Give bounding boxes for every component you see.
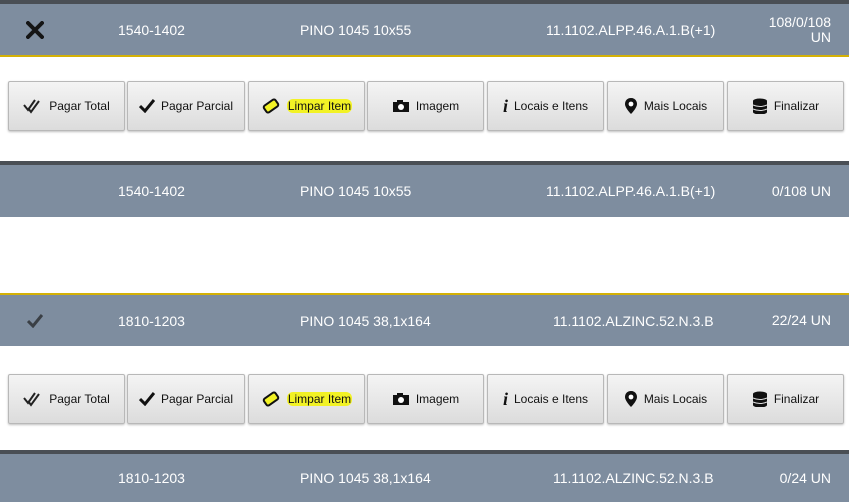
limpar-item-label: Limpar Item xyxy=(286,392,353,406)
locais-itens-label: Locais e Itens xyxy=(513,99,589,113)
item-quantity: 22/24 UN xyxy=(771,312,831,328)
item-name: PINO 1045 38,1x164 xyxy=(300,470,431,486)
pagar-total-label: Pagar Total xyxy=(49,392,110,406)
mais-locais-label: Mais Locais xyxy=(643,99,708,113)
quantity-unit: UN xyxy=(810,28,831,45)
imagem-label: Imagem xyxy=(415,99,460,113)
item-name: PINO 1045 38,1x164 xyxy=(300,312,431,329)
item-code: 1540-1402 xyxy=(118,21,185,38)
database-icon xyxy=(752,391,768,407)
imagem-button[interactable]: Imagem xyxy=(367,374,484,424)
finalizar-button[interactable]: Finalizar xyxy=(727,81,844,131)
item-name: PINO 1045 10x55 xyxy=(300,183,412,199)
map-pin-icon xyxy=(624,97,638,115)
item-location: 11.1102.ALPP.46.A.1.B(+1) xyxy=(546,21,716,38)
item-row[interactable]: 1540-1402 PINO 1045 10x55 11.1102.ALPP.4… xyxy=(0,161,849,217)
limpar-item-button[interactable]: Limpar Item xyxy=(248,81,365,131)
pagar-total-button[interactable]: Pagar Total xyxy=(8,374,125,424)
info-icon: i xyxy=(502,388,508,409)
info-icon: i xyxy=(502,95,508,116)
pagar-total-button[interactable]: Pagar Total xyxy=(8,81,125,131)
pagar-parcial-label: Pagar Parcial xyxy=(160,392,234,406)
check-icon xyxy=(138,99,155,113)
limpar-item-label: Limpar Item xyxy=(286,99,353,113)
locais-itens-button[interactable]: i Locais e Itens xyxy=(487,374,604,424)
eraser-icon xyxy=(261,98,281,114)
imagem-label: Imagem xyxy=(415,392,460,406)
finalizar-label: Finalizar xyxy=(773,392,820,406)
finalizar-button[interactable]: Finalizar xyxy=(727,374,844,424)
imagem-button[interactable]: Imagem xyxy=(367,81,484,131)
item-row-selected[interactable]: 1810-1203 PINO 1045 38,1x164 11.1102.ALZ… xyxy=(0,293,849,346)
item-code: 1540-1402 xyxy=(118,183,185,199)
eraser-icon xyxy=(261,391,281,407)
quantity-value: 108/0/108 xyxy=(768,13,831,30)
pagar-parcial-button[interactable]: Pagar Parcial xyxy=(127,81,245,131)
limpar-item-button[interactable]: Limpar Item xyxy=(248,374,365,424)
mais-locais-button[interactable]: Mais Locais xyxy=(607,81,724,131)
item-quantity: 108/0/108 UN xyxy=(769,4,831,55)
camera-icon xyxy=(392,99,410,113)
locais-itens-button[interactable]: i Locais e Itens xyxy=(487,81,604,131)
x-icon[interactable] xyxy=(22,4,48,55)
double-check-icon xyxy=(23,98,43,114)
item-location: 11.1102.ALPP.46.A.1.B(+1) xyxy=(546,183,716,199)
item-name: PINO 1045 10x55 xyxy=(300,21,412,38)
item-code: 1810-1203 xyxy=(118,312,185,329)
item-quantity: 0/108 UN xyxy=(771,182,831,199)
mais-locais-label: Mais Locais xyxy=(643,392,708,406)
pagar-parcial-button[interactable]: Pagar Parcial xyxy=(127,374,245,424)
finalizar-label: Finalizar xyxy=(773,99,820,113)
action-toolbar: Pagar Total Pagar Parcial Limpar Item Im… xyxy=(0,81,849,133)
pagar-total-label: Pagar Total xyxy=(49,99,110,113)
camera-icon xyxy=(392,392,410,406)
item-location: 11.1102.ALZINC.52.N.3.B xyxy=(553,470,714,486)
map-pin-icon xyxy=(624,390,638,408)
locais-itens-label: Locais e Itens xyxy=(513,392,589,406)
item-location: 11.1102.ALZINC.52.N.3.B xyxy=(553,312,714,329)
action-toolbar: Pagar Total Pagar Parcial Limpar Item Im… xyxy=(0,374,849,426)
double-check-icon xyxy=(23,391,43,407)
item-row[interactable]: 1810-1203 PINO 1045 38,1x164 11.1102.ALZ… xyxy=(0,450,849,502)
mais-locais-button[interactable]: Mais Locais xyxy=(607,374,724,424)
pagar-parcial-label: Pagar Parcial xyxy=(160,99,234,113)
item-code: 1810-1203 xyxy=(118,470,185,486)
check-icon xyxy=(138,392,155,406)
database-icon xyxy=(752,98,768,114)
item-row-selected[interactable]: 1540-1402 PINO 1045 10x55 11.1102.ALPP.4… xyxy=(0,0,849,57)
check-icon[interactable] xyxy=(22,295,48,346)
item-quantity: 0/24 UN xyxy=(779,469,831,486)
